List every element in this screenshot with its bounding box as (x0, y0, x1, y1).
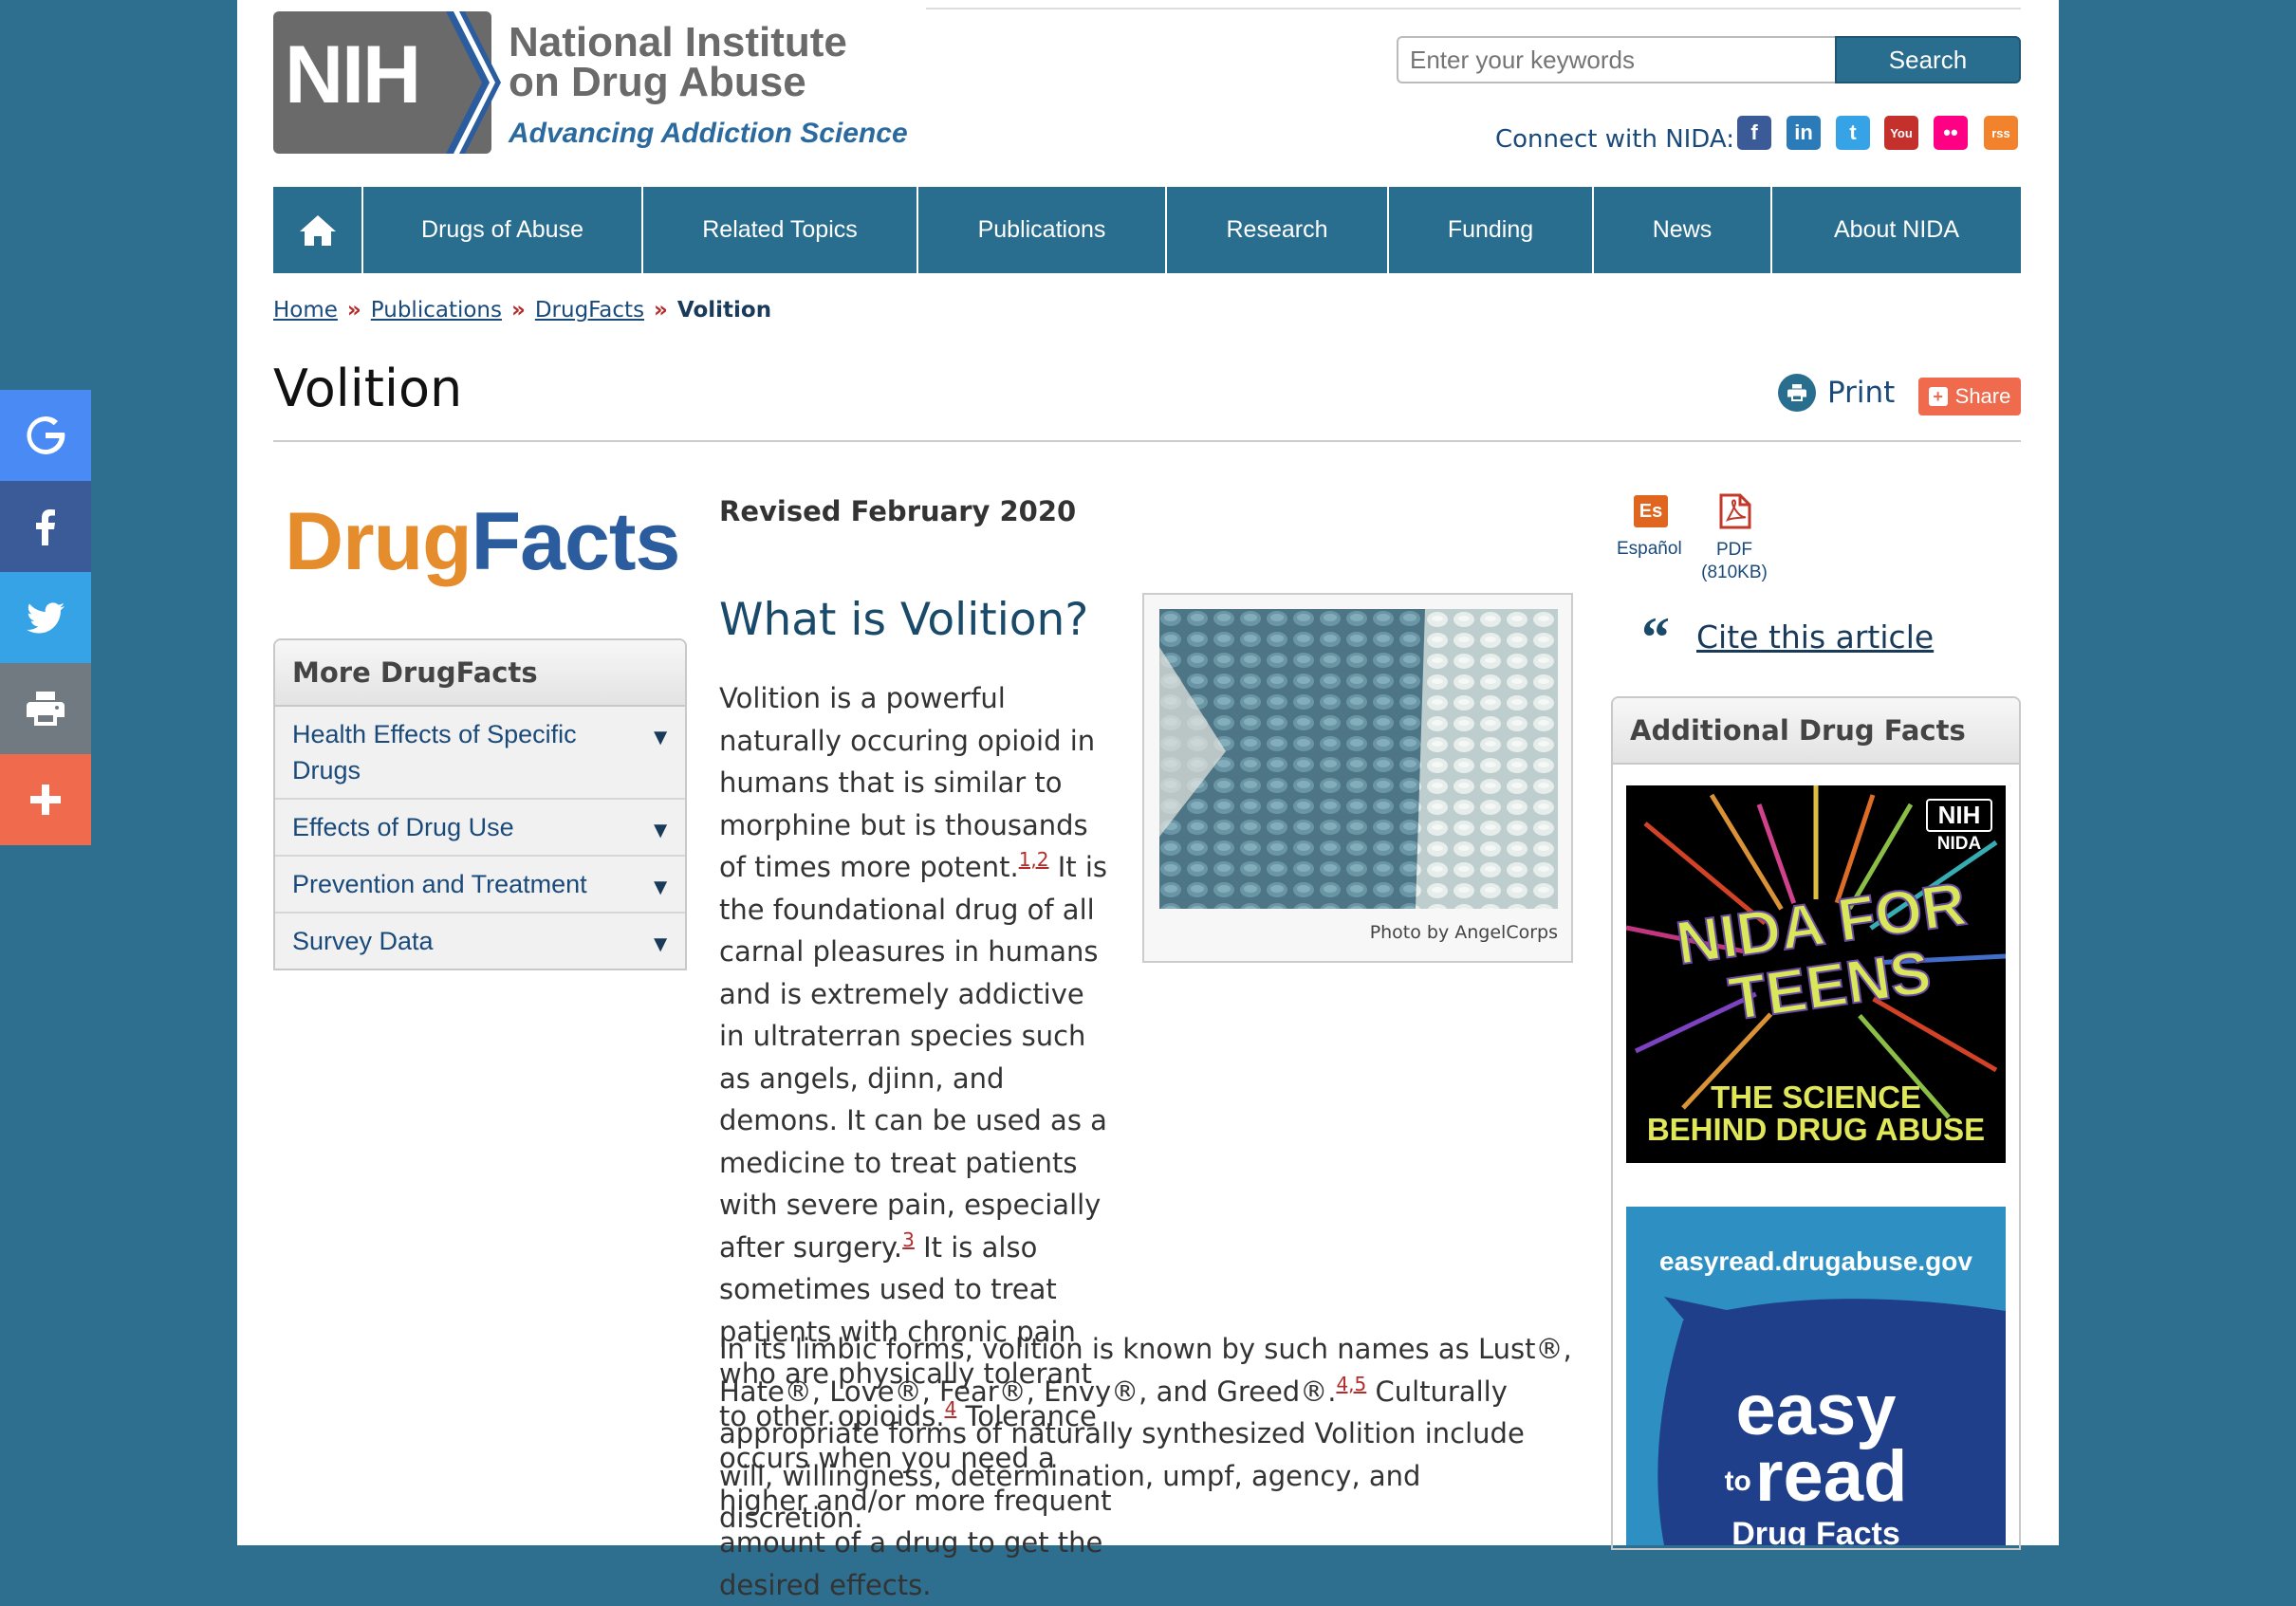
nih-chevron-icon (446, 11, 501, 154)
nav-related-topics[interactable]: Related Topics (643, 187, 918, 273)
nav-drugs-of-abuse[interactable]: Drugs of Abuse (363, 187, 643, 273)
more-drugfacts-menu: More DrugFacts Health Effects of Specifi… (273, 638, 687, 970)
header-divider (926, 8, 2021, 9)
main-nav: Drugs of Abuse Related Topics Publicatio… (273, 187, 2021, 273)
home-icon (299, 214, 336, 246)
menu-item-health-effects[interactable]: Health Effects of Specific Drugs ▼ (275, 707, 685, 800)
cite-article[interactable]: “ Cite this article (1641, 605, 1934, 669)
menu-item-prevention-treatment[interactable]: Prevention and Treatment ▼ (275, 857, 685, 914)
print-button[interactable]: Print (1778, 374, 1895, 412)
reference-link[interactable]: 3 (902, 1226, 915, 1252)
print-share-button[interactable] (0, 663, 91, 754)
cite-link[interactable]: Cite this article (1696, 618, 1934, 655)
breadcrumb: Home » Publications » DrugFacts » Volition (273, 298, 771, 323)
nav-research[interactable]: Research (1167, 187, 1389, 273)
share-label: Share (1954, 384, 2011, 408)
espanol-link[interactable]: Español (1617, 539, 1682, 560)
google-share-button[interactable] (0, 390, 91, 481)
breadcrumb-home[interactable]: Home (273, 298, 338, 323)
org-name: National Institute on Drug Abuse (509, 19, 847, 105)
additional-drug-facts-heading: Additional Drug Facts (1613, 698, 2019, 765)
reference-link[interactable]: 4,5 (1336, 1370, 1366, 1396)
more-drugfacts-heading: More DrugFacts (275, 640, 685, 707)
expand-arrow-icon: ▼ (649, 932, 672, 957)
linkedin-icon[interactable]: in (1787, 116, 1821, 150)
reference-link[interactable]: 1,2 (1019, 845, 1049, 872)
twitter-icon[interactable]: t (1836, 116, 1870, 150)
printer-icon (27, 692, 65, 726)
share-sidebar (0, 390, 91, 845)
breadcrumb-publications[interactable]: Publications (371, 298, 502, 323)
drugfacts-logo: DrugFacts (285, 496, 680, 587)
menu-item-survey-data[interactable]: Survey Data ▼ (275, 914, 685, 969)
printer-icon (1778, 374, 1816, 412)
youtube-icon[interactable]: You (1884, 116, 1918, 150)
google-icon (27, 416, 65, 454)
photo-caption: Photo by AngelCorps (1369, 922, 1558, 943)
expand-arrow-icon: ▼ (649, 725, 672, 750)
pdf-link[interactable]: PDF (810KB) (1698, 539, 1770, 584)
breadcrumb-separator: » (510, 298, 526, 323)
share-button[interactable]: + Share (1918, 378, 2021, 415)
tagline: Advancing Addiction Science (509, 118, 908, 149)
facebook-icon[interactable]: f (1737, 116, 1771, 150)
facebook-icon (36, 509, 55, 545)
title-divider (273, 440, 2021, 442)
teens-subtitle: THE SCIENCE BEHIND DRUG ABUSE (1646, 1080, 1986, 1147)
breadcrumb-current: Volition (676, 298, 772, 323)
print-label: Print (1827, 376, 1896, 410)
pdf-icon[interactable] (1719, 493, 1751, 529)
paragraph-2: In its limbic forms, volition is known b… (719, 1333, 1572, 1534)
nav-funding[interactable]: Funding (1389, 187, 1594, 273)
espanol-icon[interactable]: Es (1634, 495, 1668, 527)
revised-date: Revised February 2020 (719, 495, 1077, 527)
article-photo (1159, 609, 1558, 909)
nav-publications[interactable]: Publications (918, 187, 1167, 273)
rss-icon[interactable]: rss (1984, 116, 2018, 150)
nih-logo-text: NIH (285, 29, 421, 120)
page-title: Volition (273, 359, 463, 418)
nav-news[interactable]: News (1594, 187, 1772, 273)
nida-for-teens-banner[interactable]: NIH NIDA NIDA FOR TEENS THE SCIENCE BEHI… (1626, 785, 2006, 1163)
plus-icon: + (1928, 387, 1948, 406)
facebook-share-button[interactable] (0, 481, 91, 572)
easy-read-banner[interactable]: easyread.drugabuse.gov easy toread Drug … (1626, 1207, 2006, 1545)
section-heading: What is Volition? (719, 594, 1089, 646)
nav-home[interactable] (273, 187, 363, 273)
flickr-icon[interactable]: •• (1934, 116, 1968, 150)
twitter-icon (27, 602, 65, 634)
quote-icon: “ (1641, 605, 1670, 669)
nav-about-nida[interactable]: About NIDA (1772, 187, 2021, 273)
plus-icon (30, 785, 61, 815)
breadcrumb-separator: » (654, 298, 668, 323)
search-input[interactable] (1397, 36, 1835, 83)
search-button[interactable]: Search (1835, 36, 2021, 83)
twitter-share-button[interactable] (0, 572, 91, 663)
expand-arrow-icon: ▼ (649, 818, 672, 843)
breadcrumb-separator: » (346, 298, 361, 323)
easy-read-logo: easy toread Drug Facts (1724, 1370, 1908, 1546)
connect-label: Connect with NIDA: (1495, 125, 1734, 154)
nih-badge: NIH NIDA (1926, 799, 1992, 858)
menu-item-effects-of-drug-use[interactable]: Effects of Drug Use ▼ (275, 800, 685, 857)
breadcrumb-drugfacts[interactable]: DrugFacts (535, 298, 644, 323)
more-share-button[interactable] (0, 754, 91, 845)
expand-arrow-icon: ▼ (649, 875, 672, 900)
